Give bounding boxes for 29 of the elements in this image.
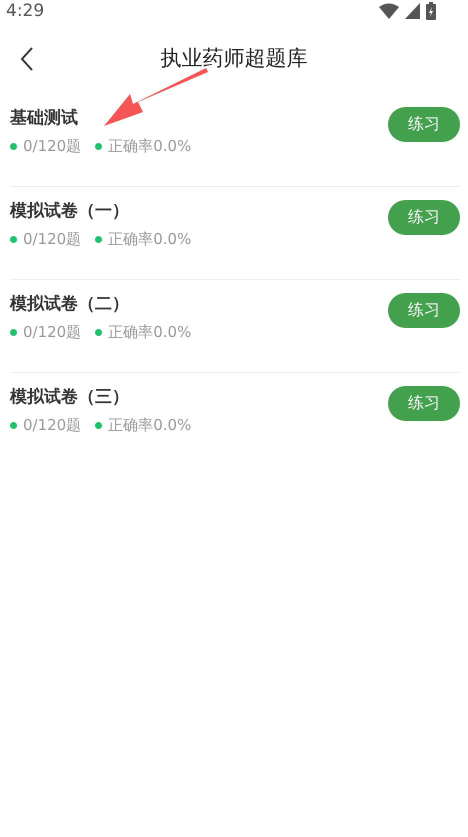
practice-button[interactable]: 练习 [388,386,460,421]
status-dot [10,422,17,429]
page-title: 执业药师超题库 [160,45,308,72]
question-count: 0/120题 [23,416,82,435]
accuracy-rate: 正确率0.0% [108,416,192,435]
question-count: 0/120题 [23,137,82,156]
status-dot [95,329,102,336]
item-title: 模拟试卷（三） [10,386,130,408]
wifi-icon [379,3,399,19]
question-count: 0/120题 [23,323,82,342]
accuracy-rate: 正确率0.0% [108,137,192,156]
status-dot [95,143,102,150]
status-dot [95,236,102,243]
item-title: 模拟试卷（一） [10,200,130,222]
signal-icon [405,3,420,19]
practice-button[interactable]: 练习 [388,293,460,328]
item-title: 模拟试卷（二） [10,293,130,315]
status-dot [10,236,17,243]
practice-button[interactable]: 练习 [388,200,460,235]
status-dot [10,329,17,336]
back-icon[interactable] [20,46,34,72]
accuracy-rate: 正确率0.0% [108,230,192,249]
practice-button[interactable]: 练习 [388,107,460,142]
accuracy-rate: 正确率0.0% [108,323,192,342]
status-dot [95,422,102,429]
item-title: 基础测试 [10,107,79,129]
status-dot [10,143,17,150]
question-count: 0/120题 [23,230,82,249]
status-time: 4:29 [6,1,44,21]
